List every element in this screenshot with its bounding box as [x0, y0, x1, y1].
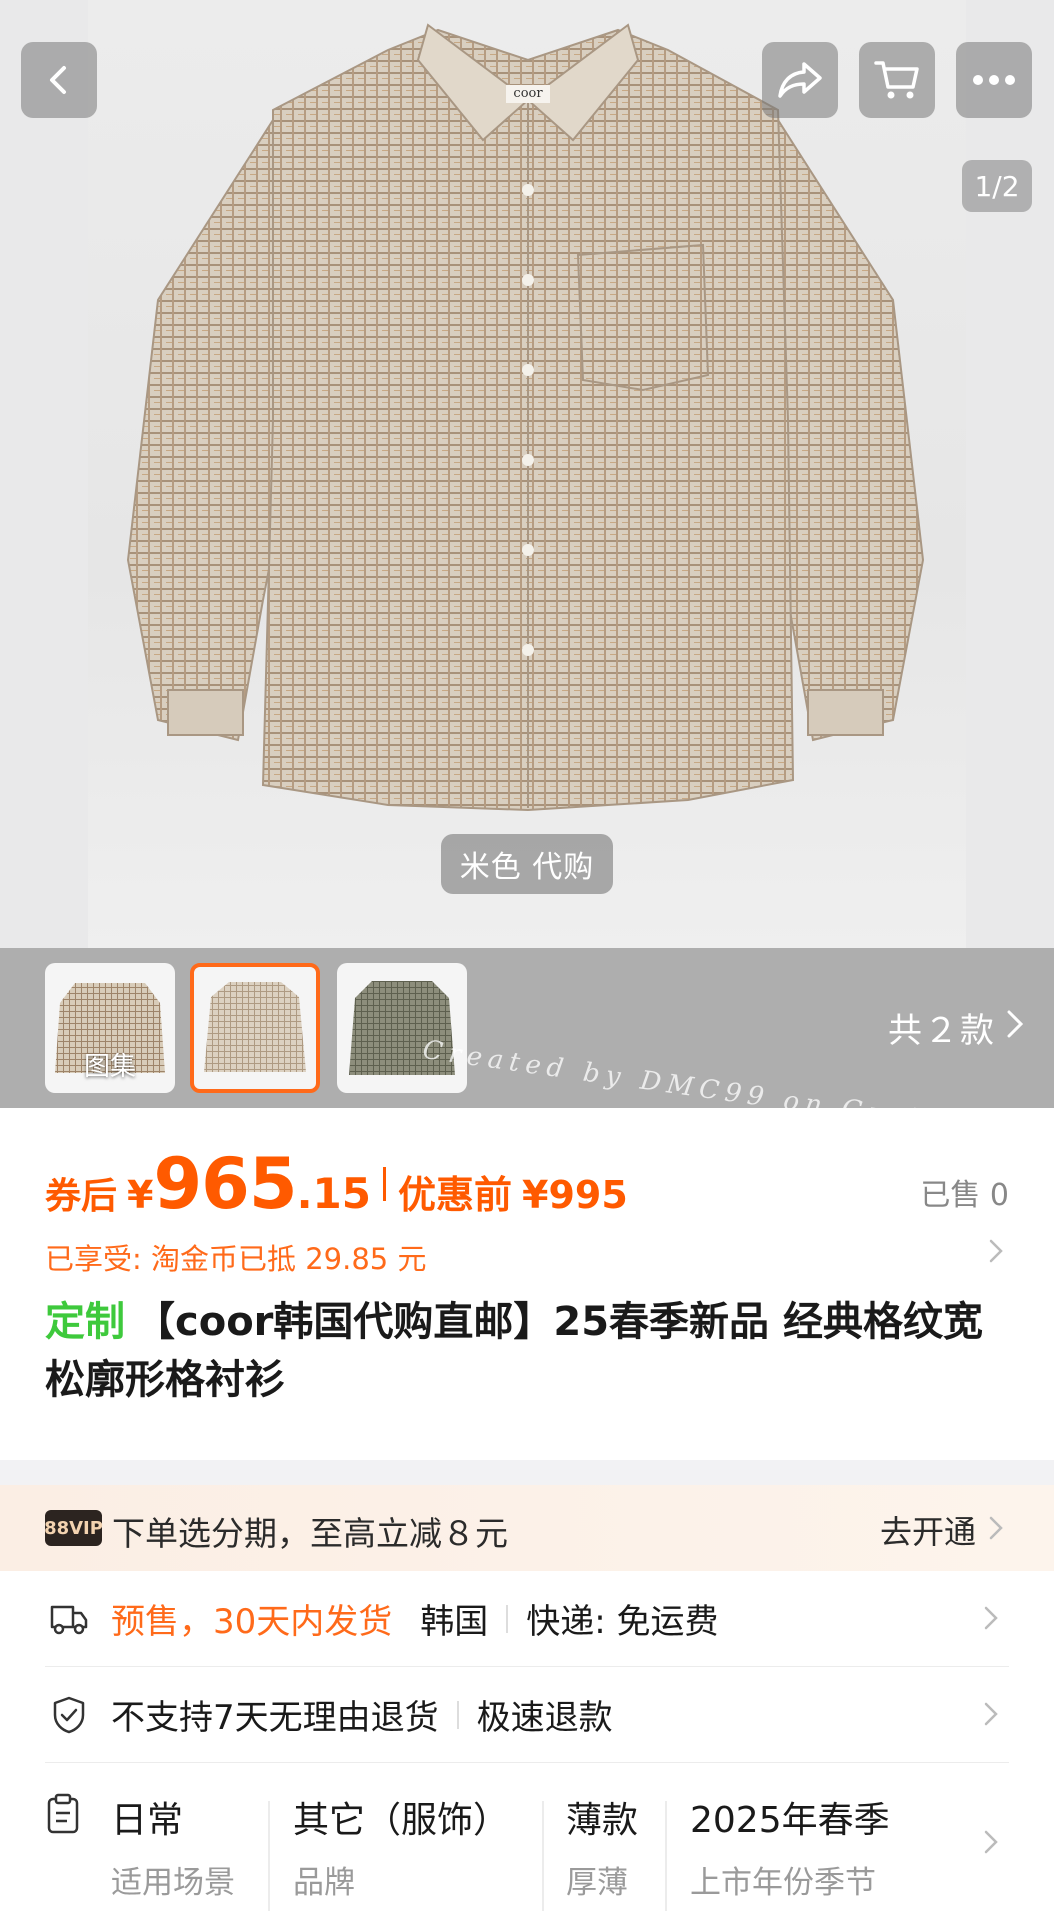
price-currency: ¥: [127, 1173, 154, 1217]
shipping-status: 预售，30天内发货: [111, 1602, 393, 1642]
attribute-label: 品牌: [293, 1865, 355, 1901]
attribute-value: 2025年春季: [690, 1800, 890, 1841]
beige-shirt-thumbnail: [204, 982, 306, 1072]
attribute-value: 其它（服饰）: [293, 1800, 510, 1841]
price-before-value: ¥995: [522, 1173, 628, 1217]
vip-badge: 88VIP: [44, 1510, 103, 1546]
returns-policy: 不支持7天无理由退货: [111, 1698, 439, 1738]
shield-check-icon: [45, 1691, 93, 1739]
vip-activate-link[interactable]: 去开通: [880, 1507, 1004, 1553]
divider: [665, 1801, 667, 1911]
coin-discount-text[interactable]: 已享受: 淘金币已抵 29.85 元: [45, 1236, 426, 1278]
sold-count: 已售 0: [920, 1178, 1009, 1213]
vip-promo-text: 下单选分期，至高立减８元: [112, 1514, 508, 1553]
price-decimal: .15: [296, 1169, 371, 1218]
attributes-row[interactable]: 日常 适用场景 其它（服饰） 品牌 薄款 厚薄 2025年春季 上市年份季节: [45, 1771, 1009, 1911]
variants-link[interactable]: 共２款: [888, 1003, 1024, 1052]
shirt-brand-label: coor: [513, 86, 543, 101]
product-image-carousel[interactable]: coor 1/2 米色 代购: [0, 0, 1054, 948]
delivery-truck-icon: [45, 1595, 93, 1643]
variant-thumbnail-strip: 图集 共２款: [0, 948, 1054, 1108]
chevron-right-icon: [983, 1605, 999, 1635]
service-row[interactable]: 不支持7天无理由退货 极速退款: [45, 1667, 1009, 1763]
divider: [268, 1801, 270, 1911]
chevron-right-icon: [983, 1701, 999, 1731]
chevron-right-icon: [1006, 1008, 1024, 1048]
chevron-left-icon: [41, 62, 77, 98]
more-button[interactable]: [956, 42, 1032, 118]
product-photo[interactable]: coor: [88, 0, 966, 948]
shirt-illustration: [126, 23, 925, 812]
price-row: 券后 ¥ 965 .15 优惠前 ¥995: [45, 1143, 628, 1225]
price-prefix: 券后: [45, 1176, 118, 1217]
refund-policy: 极速退款: [476, 1698, 613, 1738]
attribute-label: 上市年份季节: [690, 1865, 876, 1901]
page-indicator: 1/2: [962, 160, 1032, 212]
shipping-origin: 韩国: [420, 1602, 489, 1642]
gallery-thumbnail[interactable]: 图集: [45, 963, 175, 1093]
chevron-right-icon: [988, 1511, 1004, 1549]
shipping-delivery: 快递: 免运费: [526, 1602, 719, 1642]
price-integer: 965: [153, 1143, 297, 1225]
divider: [506, 1604, 509, 1633]
product-title: 【coor韩国代购直邮】25春季新品 经典格纹宽松廓形格衬衫: [45, 1299, 983, 1403]
cart-icon: [873, 58, 921, 102]
price-divider: [383, 1167, 386, 1201]
gallery-label: 图集: [83, 1052, 136, 1082]
shipping-row[interactable]: 预售，30天内发货 韩国 快递: 免运费: [45, 1571, 1009, 1667]
price-card: 券后 ¥ 965 .15 优惠前 ¥995 已售 0 已享受: 淘金币已抵 29…: [0, 1108, 1054, 1460]
variant-thumbnail-green[interactable]: [337, 963, 467, 1093]
attribute-thickness: 薄款 厚薄: [566, 1791, 638, 1902]
green-shirt-thumbnail: [349, 981, 455, 1075]
back-button[interactable]: [21, 42, 97, 118]
attribute-value: 薄款: [566, 1800, 639, 1841]
product-title-block: 定制 【coor韩国代购直邮】25春季新品 经典格纹宽松廓形格衬衫: [45, 1293, 1020, 1409]
divider: [456, 1700, 459, 1729]
chevron-right-icon: [983, 1829, 999, 1859]
attribute-season: 2025年春季 上市年份季节: [690, 1791, 890, 1902]
cart-button[interactable]: [859, 42, 935, 118]
divider: [542, 1801, 544, 1911]
variant-thumbnail-beige[interactable]: [190, 963, 320, 1093]
variants-label: 共２款: [888, 1011, 996, 1051]
price-before-label: 优惠前: [398, 1173, 513, 1217]
more-dots-icon: [972, 74, 1016, 86]
vip-promo-strip[interactable]: 88VIP 下单选分期，至高立减８元 去开通: [0, 1485, 1054, 1571]
attribute-brand: 其它（服饰） 品牌: [293, 1791, 509, 1902]
chevron-right-icon[interactable]: [988, 1238, 1004, 1268]
attribute-value: 日常: [111, 1800, 184, 1841]
share-arrow-icon: [776, 60, 824, 100]
attribute-scene: 日常 适用场景: [111, 1791, 235, 1902]
attribute-label: 厚薄: [566, 1865, 628, 1901]
custom-badge: 定制: [45, 1299, 125, 1345]
share-button[interactable]: [762, 42, 838, 118]
info-card: 预售，30天内发货 韩国 快递: 免运费 不支持7天无理由退货 极速退款 日常 …: [0, 1571, 1054, 1920]
attribute-label: 适用场景: [111, 1865, 235, 1901]
vip-activate-label: 去开通: [879, 1513, 976, 1551]
color-tag: 米色 代购: [441, 834, 613, 894]
clipboard-list-icon: [45, 1793, 81, 1839]
